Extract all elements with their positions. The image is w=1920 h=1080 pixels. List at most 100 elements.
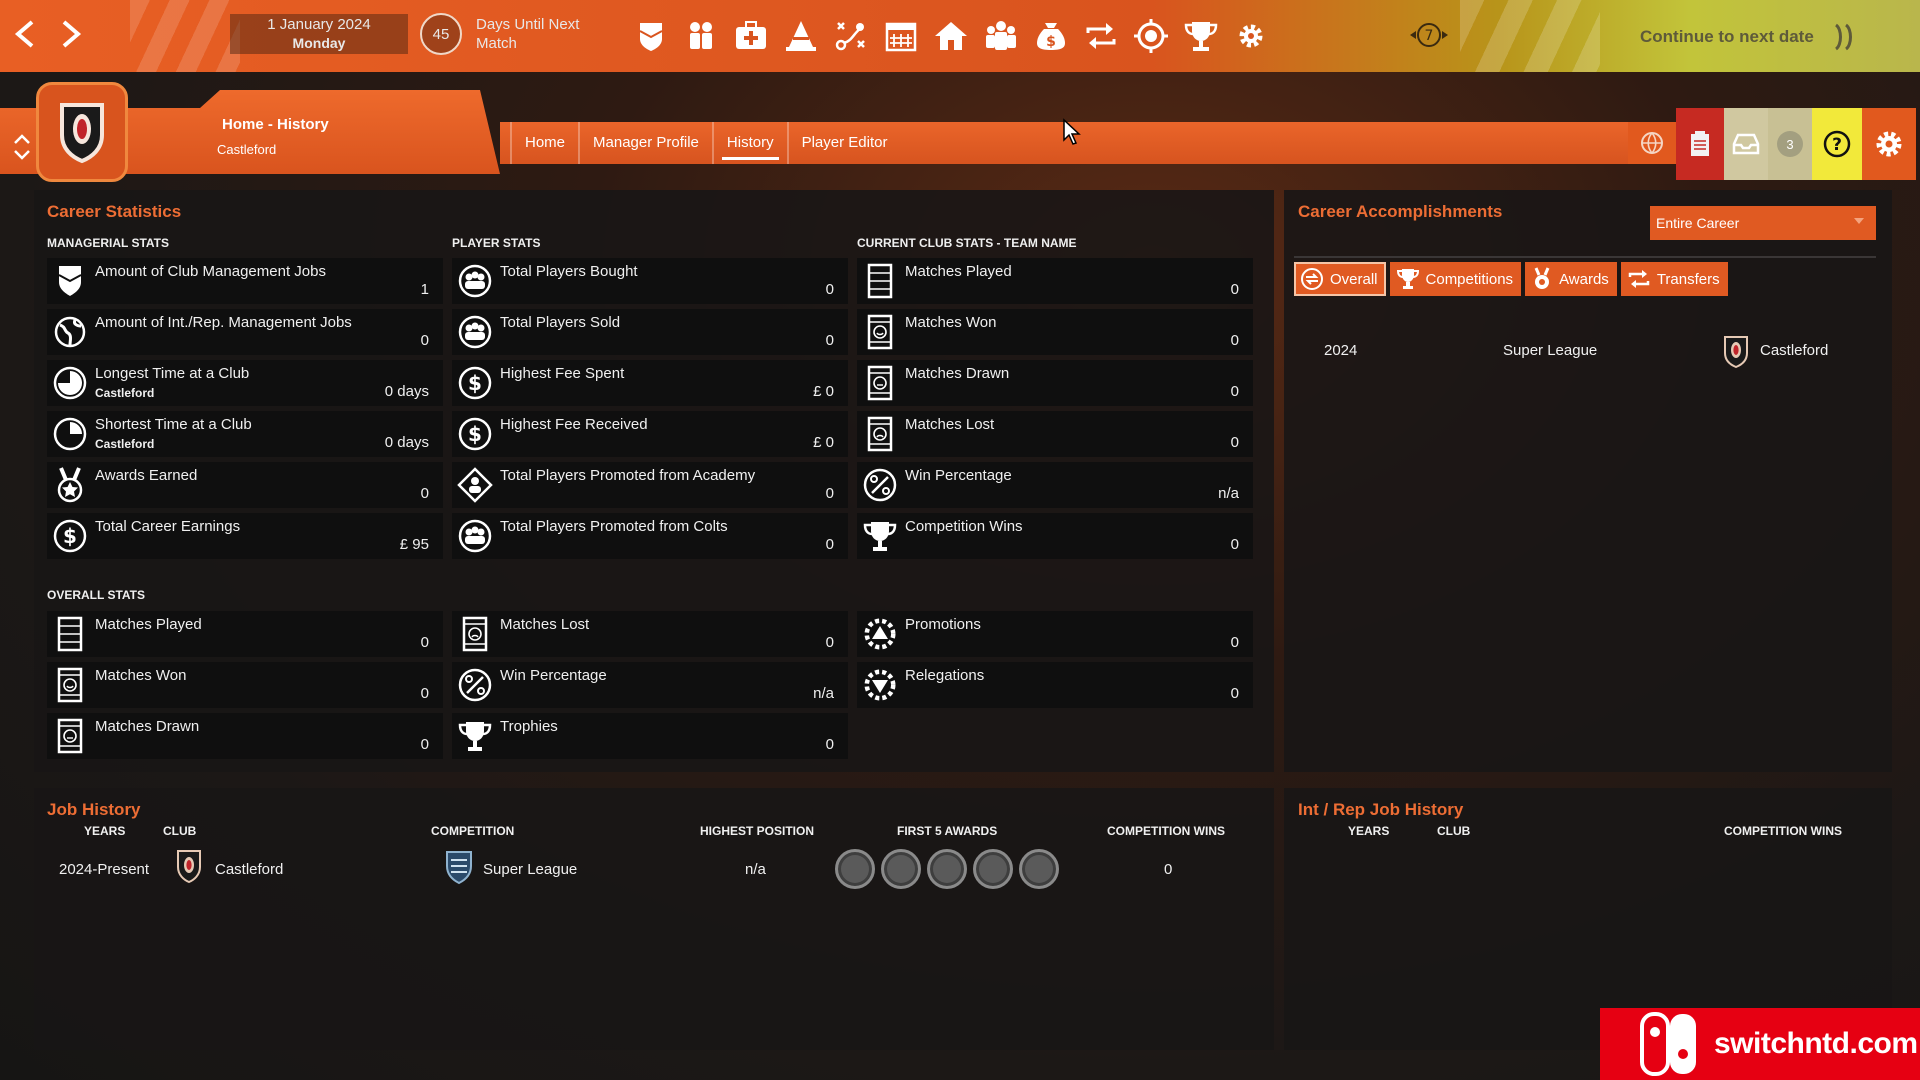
stat-value: 0 [1230,281,1239,298]
stat-value: £ 0 [813,434,834,451]
tab-manager-profile[interactable]: Manager Profile [578,122,712,164]
staff-icon[interactable] [982,17,1020,55]
career-filter-dropdown[interactable]: Entire Career [1650,206,1876,240]
job-history-title: Job History [47,800,141,819]
finance-icon[interactable]: $ [1032,17,1070,55]
settings-cog-icon[interactable] [1232,17,1270,55]
scouting-icon[interactable] [1132,17,1170,55]
medal-icon [47,462,93,508]
help-icon[interactable]: ? [1812,108,1862,180]
tab-label: Overall [1330,270,1378,288]
percent-icon [857,462,903,508]
clipboard-icon[interactable] [1676,108,1724,180]
award-slot [835,849,875,889]
player-stats-label: PLAYER STATS [452,236,541,250]
stat-club-competition-wins: Competition Wins 0 [857,513,1253,559]
chevron-down-icon [1854,218,1864,224]
training-icon[interactable] [782,17,820,55]
match-drawn-icon [857,360,903,406]
tab-player-editor[interactable]: Player Editor [786,122,901,164]
svg-text:?: ? [1832,135,1842,155]
stat-label: Total Career Earnings [95,518,241,535]
squad-icon[interactable] [682,17,720,55]
globe-icon[interactable] [1628,122,1676,164]
column-header: COMPETITION [431,824,515,838]
settings-gear-icon[interactable] [1862,108,1916,180]
svg-text:$: $ [63,524,77,548]
weekday-text: Monday [292,35,346,51]
stat-label: Win Percentage [905,467,1012,484]
match-lost-icon [452,611,498,657]
inbox-count-badge[interactable]: 3 [1768,108,1812,180]
game-flow-icon[interactable]: 7 [1406,18,1452,52]
tab-overall[interactable]: Overall [1294,262,1386,296]
award-slot [927,849,967,889]
stat-label: Trophies [500,718,558,735]
medical-icon[interactable] [732,17,770,55]
transfers-icon[interactable] [1082,17,1120,55]
divider [1294,256,1876,258]
inbox-count: 3 [1777,131,1803,157]
list-item[interactable]: 2024 Super League Castleford [1294,334,1876,370]
decor-stripes [1460,0,1600,72]
stat-label: Matches Won [905,314,997,331]
days-until-match: 45 Days Until Next Match [420,10,606,58]
calendar-icon[interactable] [882,17,920,55]
match-won-icon [857,309,903,355]
overall-stats-label: OVERALL STATS [47,588,146,602]
managerial-stats-label: MANAGERIAL STATS [47,236,169,250]
money-icon: $ [47,513,93,559]
stat-label: Win Percentage [500,667,607,684]
stat-value: 0 days [384,434,429,451]
continue-button[interactable]: Continue to next date [1640,22,1858,52]
stat-overall-trophies: Trophies 0 [452,713,848,759]
stat-overall-matches-won: Matches Won 0 [47,662,443,708]
up-down-toggle-icon[interactable] [10,130,34,164]
stat-int-rep-management-jobs: Amount of Int./Rep. Management Jobs 0 [47,309,443,355]
shield-icon[interactable] [632,17,670,55]
home-icon[interactable] [932,17,970,55]
stat-value: 0 [825,536,834,553]
stat-promoted-academy: Total Players Promoted from Academy 0 [452,462,848,508]
stat-label: Amount of Club Management Jobs [95,263,326,280]
tab-home[interactable]: Home [510,122,578,164]
stat-label: Longest Time at a Club [95,365,250,382]
stat-awards-earned: Awards Earned 0 [47,462,443,508]
inbox-icon[interactable] [1724,108,1768,180]
stat-value: 0 [1230,634,1239,651]
continue-label: Continue to next date [1640,27,1814,46]
stat-overall-promotions: Promotions 0 [857,611,1253,657]
flow-badge: 7 [1425,28,1434,44]
medal-icon [1531,267,1553,291]
award-slot [881,849,921,889]
tactics-icon[interactable] [832,17,870,55]
back-arrow-icon[interactable] [8,14,44,54]
double-chevron-icon [1832,22,1858,52]
forward-arrow-icon[interactable] [52,14,88,54]
column-header: CLUB [163,824,197,838]
pitch-icon [47,611,93,657]
trophy-icon [1396,267,1420,291]
players-icon [452,309,498,355]
club-badge-icon [1722,334,1750,370]
club-badge-icon[interactable] [36,82,128,182]
column-header: COMPETITION WINS [1107,824,1225,838]
stat-promoted-colts: Total Players Promoted from Colts 0 [452,513,848,559]
tab-transfers[interactable]: Transfers [1620,262,1728,296]
tab-competitions[interactable]: Competitions [1389,262,1522,296]
stat-value: 0 [1230,685,1239,702]
tab-awards[interactable]: Awards [1525,262,1617,296]
stat-value: 0 [420,332,429,349]
int-rep-job-history-title: Int / Rep Job History [1298,800,1464,819]
trophy-icon[interactable] [1182,17,1220,55]
breadcrumb: Home - History [222,116,329,133]
switch-logo-icon [1640,1012,1700,1076]
stat-label: Amount of Int./Rep. Management Jobs [95,314,352,331]
column-header: CLUB [1437,824,1471,838]
tab-history[interactable]: History [711,122,787,164]
stat-career-earnings: $ Total Career Earnings £ 95 [47,513,443,559]
stat-label: Highest Fee Spent [500,365,625,382]
stat-highest-fee-spent: $ Highest Fee Spent £ 0 [452,360,848,406]
trophy-icon [452,713,498,759]
tab-label: Transfers [1656,270,1720,288]
